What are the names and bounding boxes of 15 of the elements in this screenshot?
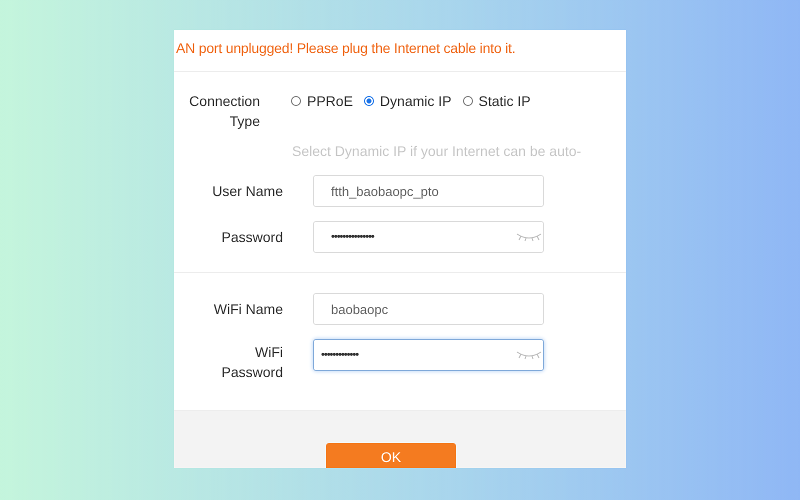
input-field[interactable]: baobaopc <box>313 293 544 325</box>
input-field[interactable]: ••••••••••••• <box>313 339 544 371</box>
warning-message: AN port unplugged! Please plug the Internet cable into it. <box>174 30 626 72</box>
radio-option[interactable]: Static IP <box>462 91 531 111</box>
closed-eye-icon[interactable] <box>516 350 542 360</box>
field-label: Password <box>220 228 283 247</box>
input-field[interactable]: ••••••••••••••• <box>313 221 544 253</box>
input-field[interactable]: ftth_baobaopc_pto <box>313 175 544 207</box>
field-label: Connection Type <box>188 92 260 131</box>
radio-option[interactable]: PPRoE <box>291 91 353 111</box>
closed-eye-icon[interactable] <box>516 232 542 242</box>
radio-option[interactable]: Dynamic IP <box>364 91 452 111</box>
field-label: User Name <box>211 182 283 201</box>
field-label: WiFi Password <box>220 343 283 382</box>
field-label: WiFi Name <box>212 300 283 319</box>
